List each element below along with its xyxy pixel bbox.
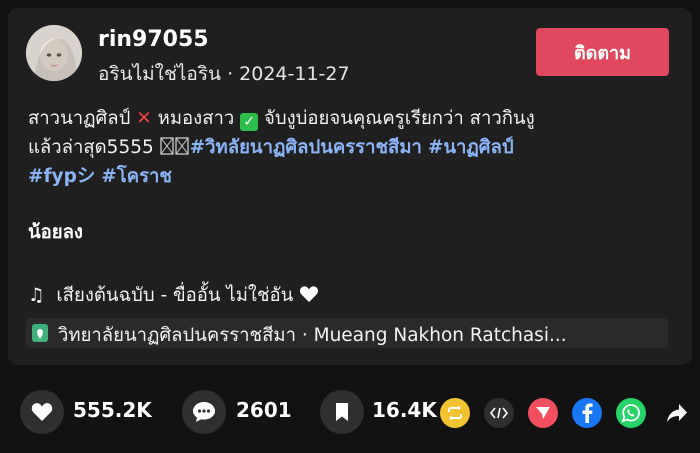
comment-count: 2601 bbox=[236, 398, 292, 422]
send-icon bbox=[536, 407, 550, 419]
comment-button[interactable] bbox=[182, 390, 226, 434]
facebook-icon bbox=[582, 403, 593, 423]
display-name[interactable]: อรินไม่ใช่ไอริน bbox=[98, 63, 221, 85]
hashtag-link[interactable]: #fypシ bbox=[28, 166, 95, 187]
comment-icon bbox=[193, 402, 215, 422]
post-caption: สาวนาฏศิลป์ ✕ หมองสาว ✓ จับงูบ่อยจนคุณคร… bbox=[28, 104, 668, 191]
save-count: 16.4K bbox=[372, 398, 437, 422]
music-link[interactable]: ♫ เสียงต้นฉบับ - ขื่ออั้น ไม่ใช่อัน bbox=[28, 281, 319, 310]
hashtag-link[interactable]: #โคราช bbox=[101, 166, 172, 187]
location-pin-icon bbox=[32, 324, 48, 342]
whatsapp-share-button[interactable] bbox=[616, 398, 646, 428]
whatsapp-icon bbox=[621, 404, 640, 423]
repost-button[interactable] bbox=[440, 398, 470, 428]
location-tag[interactable]: วิทยาลัยนาฏศิลปนครราชสีมา · Mueang Nakho… bbox=[26, 318, 668, 348]
share-arrow-icon bbox=[667, 404, 687, 422]
embed-button[interactable] bbox=[484, 398, 514, 428]
bookmark-icon bbox=[336, 403, 348, 421]
author-subline: อรินไม่ใช่ไอริน · 2024-11-27 bbox=[98, 59, 350, 89]
check-mark-icon: ✓ bbox=[240, 113, 259, 131]
caption-text-4: แล้วล่าสุด5555 bbox=[28, 137, 154, 158]
more-share-button[interactable] bbox=[662, 398, 692, 428]
follow-button[interactable]: ติดตาม bbox=[536, 28, 669, 76]
separator: · bbox=[227, 63, 234, 85]
repost-icon bbox=[448, 405, 462, 421]
heart-outline-icon bbox=[300, 286, 319, 302]
send-button[interactable] bbox=[528, 398, 558, 428]
missing-glyph-icon bbox=[160, 137, 189, 155]
heart-icon bbox=[31, 403, 53, 421]
location-text: วิทยาลัยนาฏศิลปนครราชสีมา · Mueang Nakho… bbox=[58, 325, 567, 346]
caption-text-2: หมองสาว bbox=[157, 108, 235, 129]
like-count: 555.2K bbox=[73, 398, 152, 422]
caption-text-3: จับงูบ่อยจนคุณครูเรียกว่า สาวกินงู bbox=[264, 108, 535, 129]
save-button[interactable] bbox=[320, 390, 364, 434]
cross-mark-icon: ✕ bbox=[136, 108, 152, 129]
like-button[interactable] bbox=[20, 390, 64, 434]
hashtag-link[interactable]: #นาฏศิลป์ bbox=[428, 137, 514, 158]
show-less-button[interactable]: น้อยลง bbox=[28, 218, 83, 247]
avatar[interactable] bbox=[26, 25, 82, 81]
caption-text-1: สาวนาฏศิลป์ bbox=[28, 108, 131, 129]
facebook-share-button[interactable] bbox=[572, 398, 602, 428]
post-date: 2024-11-27 bbox=[239, 63, 350, 85]
music-title: เสียงต้นฉบับ - ขื่ออั้น ไม่ใช่อัน bbox=[56, 285, 294, 306]
username[interactable]: rin97055 bbox=[98, 27, 209, 52]
hashtag-link[interactable]: #วิทลัยนาฏศิลปนครราชสีมา bbox=[190, 137, 422, 158]
embed-icon bbox=[490, 407, 508, 419]
music-note-icon: ♫ bbox=[28, 285, 45, 306]
